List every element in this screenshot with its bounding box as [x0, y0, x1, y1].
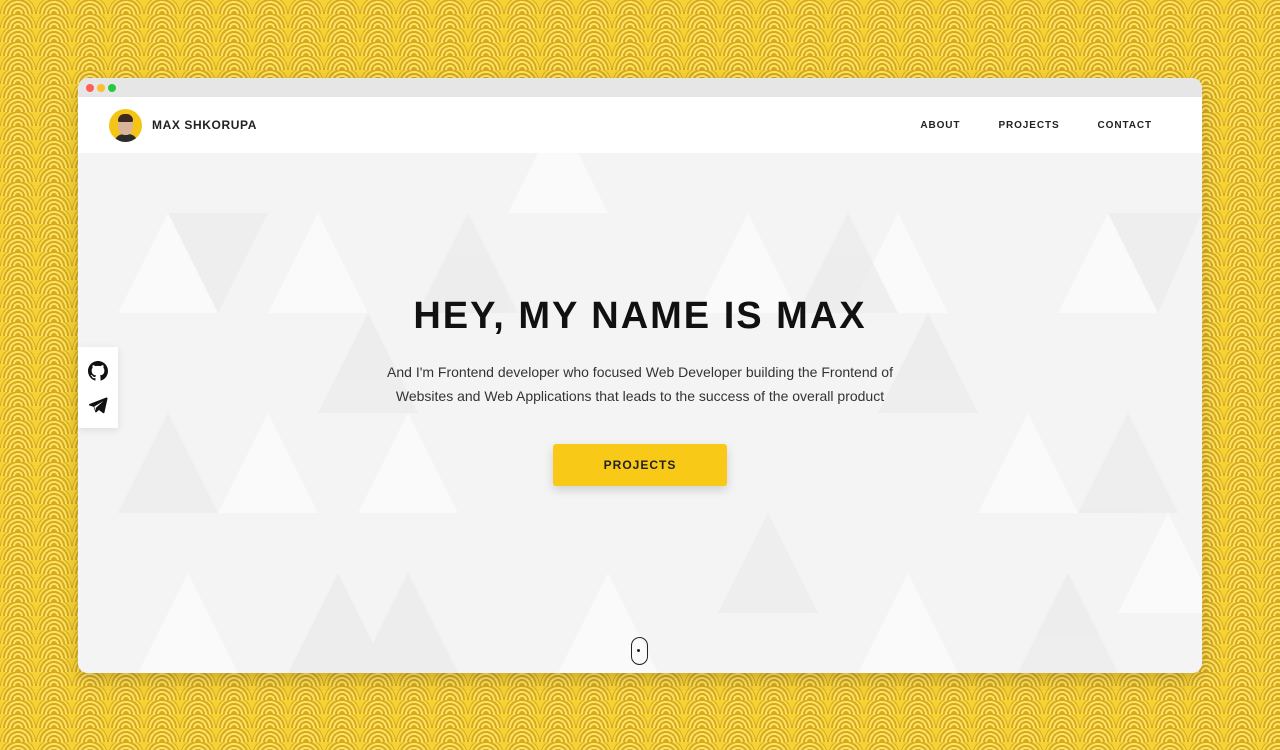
minimize-window-button[interactable]	[97, 84, 105, 92]
window-titlebar	[78, 78, 1202, 97]
maximize-window-button[interactable]	[108, 84, 116, 92]
site-header: MAX SHKORUPA ABOUT PROJECTS CONTACT	[78, 97, 1202, 153]
browser-window: MAX SHKORUPA ABOUT PROJECTS CONTACT HEY,…	[78, 78, 1202, 673]
close-window-button[interactable]	[86, 84, 94, 92]
social-links-panel	[78, 347, 118, 428]
telegram-icon[interactable]	[88, 395, 108, 415]
nav-link-contact[interactable]: CONTACT	[1098, 120, 1152, 131]
hero-title: HEY, MY NAME IS MAX	[413, 295, 867, 337]
brand[interactable]: MAX SHKORUPA	[109, 108, 257, 142]
projects-button[interactable]: PROJECTS	[553, 444, 727, 486]
brand-name[interactable]: MAX SHKORUPA	[152, 118, 257, 132]
hero-description: And I'm Frontend developer who focused W…	[387, 364, 893, 404]
nav-link-about[interactable]: ABOUT	[920, 120, 960, 131]
main-nav: ABOUT PROJECTS CONTACT	[920, 120, 1152, 131]
github-icon[interactable]	[88, 360, 108, 381]
hero-section: HEY, MY NAME IS MAX And I'm Frontend dev…	[78, 153, 1202, 673]
nav-link-projects[interactable]: PROJECTS	[998, 120, 1059, 131]
mouse-scroll-icon[interactable]	[631, 637, 648, 665]
mouse-wheel-dot	[637, 649, 640, 652]
hero-content: HEY, MY NAME IS MAX And I'm Frontend dev…	[78, 295, 1202, 486]
avatar	[109, 108, 142, 142]
